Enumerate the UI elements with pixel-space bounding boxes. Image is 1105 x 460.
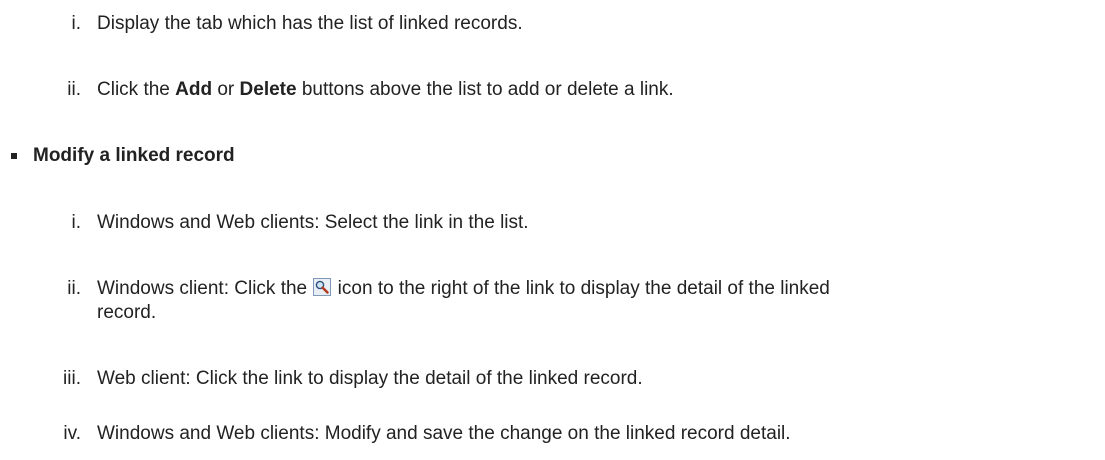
step-text-part: Windows client: Click the: [97, 278, 313, 299]
list-marker: ii.: [67, 79, 81, 100]
step-text-part: or: [212, 79, 240, 100]
delete-button-reference: Delete: [239, 79, 297, 100]
list-marker: ii.: [67, 278, 81, 299]
step-text: Windows and Web clients: Select the link…: [97, 212, 529, 233]
list-marker: iv.: [63, 423, 81, 444]
step-text-part: buttons above the list to add or delete …: [296, 79, 674, 100]
list-marker: i.: [71, 212, 82, 233]
step-text-part: Click the: [97, 79, 176, 100]
step-text: Display the tab which has the list of li…: [97, 13, 523, 34]
step-text-continuation: record.: [97, 302, 157, 323]
list-marker: i.: [71, 13, 82, 34]
bullet-icon: [11, 153, 17, 159]
step-text: Click the Add or Delete buttons above th…: [97, 78, 674, 102]
step-text-part: icon to the right of the link to display…: [332, 278, 830, 299]
step-text: Windows client: Click the icon to the ri…: [97, 277, 830, 301]
step-text: Windows and Web clients: Modify and save…: [97, 423, 791, 444]
magnifier-icon: [313, 278, 332, 296]
section-heading: Modify a linked record: [33, 145, 235, 166]
list-marker: iii.: [63, 368, 81, 389]
step-text: Web client: Click the link to display th…: [97, 368, 643, 389]
add-button-reference: Add: [175, 79, 213, 100]
